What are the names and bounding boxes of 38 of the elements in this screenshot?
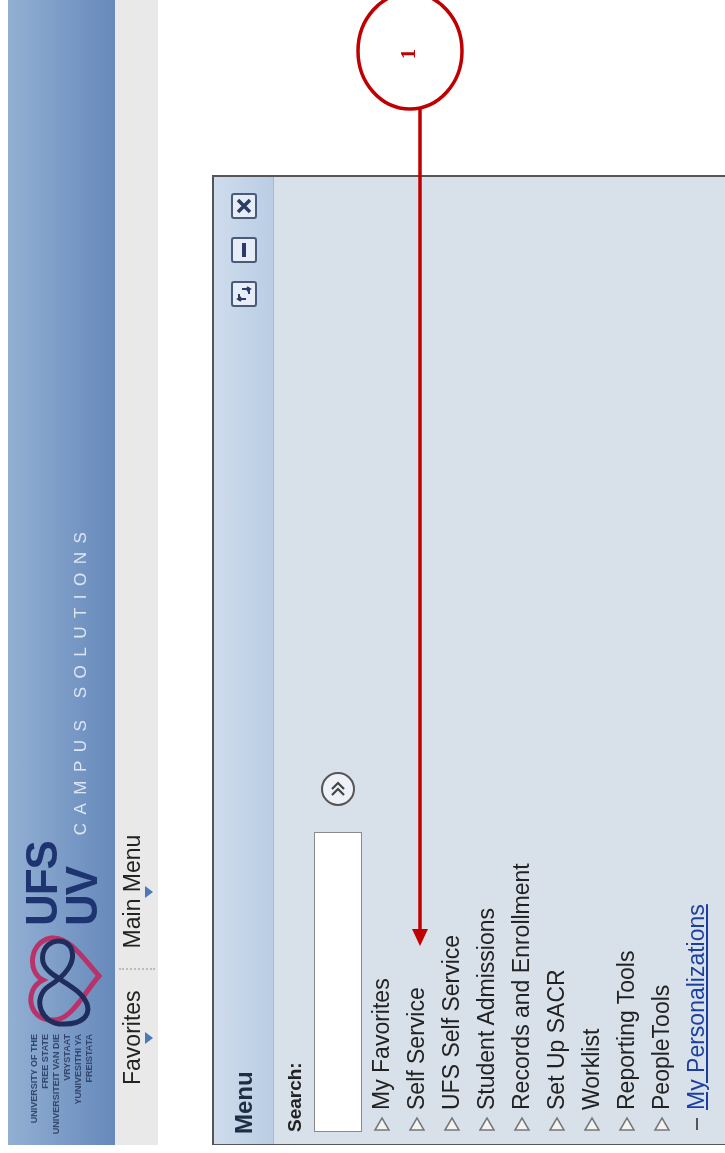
menu-item[interactable]: My Favorites	[370, 978, 393, 1110]
refresh-button[interactable]	[230, 281, 257, 307]
expand-triangle-icon	[547, 1116, 566, 1132]
expand-triangle-icon	[477, 1116, 496, 1132]
expand-triangle-icon	[442, 1116, 461, 1132]
callout-number: 1	[398, 49, 418, 59]
menu-link[interactable]: My Personalizations	[685, 904, 708, 1110]
nav-menu[interactable]: Favorites	[119, 990, 153, 1085]
menu-item[interactable]: Records and Enrollment	[510, 863, 533, 1110]
menu-item[interactable]: PeopleTools	[650, 984, 673, 1110]
expand-triangle-icon	[617, 1116, 636, 1132]
refresh-icon	[235, 286, 252, 302]
close-icon	[235, 198, 252, 214]
search-field[interactable]	[314, 832, 362, 1132]
nav-menu[interactable]: Main Menu	[119, 834, 153, 949]
close-button[interactable]	[230, 193, 257, 219]
logo-text: UV	[61, 866, 102, 926]
expand-triangle-icon	[582, 1116, 601, 1132]
menu-item[interactable]: Student Admissions	[475, 908, 498, 1110]
dropdown-caret-icon	[145, 885, 153, 898]
expand-triangle-icon	[407, 1116, 426, 1132]
minimize-icon	[241, 243, 246, 257]
menu-item[interactable]: Set Up SACR	[545, 969, 568, 1110]
minimize-button[interactable]	[230, 237, 257, 263]
menu-item[interactable]: Self Service	[405, 987, 428, 1110]
expand-triangle-icon	[372, 1116, 391, 1132]
search-label: Search:	[283, 1061, 306, 1132]
expand-triangle-icon	[512, 1116, 531, 1132]
panel-title: Menu	[228, 1071, 258, 1134]
menu-item[interactable]: Worklist	[580, 1028, 603, 1110]
dropdown-caret-icon	[145, 1031, 153, 1044]
logo-text: UFS	[21, 841, 62, 926]
search-go-button[interactable]	[321, 772, 355, 806]
menu-item[interactable]: Reporting Tools	[615, 950, 638, 1110]
expand-triangle-icon	[652, 1116, 671, 1132]
menu-item[interactable]: UFS Self Service	[440, 934, 463, 1110]
product-name: CAMPUS SOLUTIONS	[69, 523, 91, 836]
double-chevron-icon	[330, 780, 346, 798]
